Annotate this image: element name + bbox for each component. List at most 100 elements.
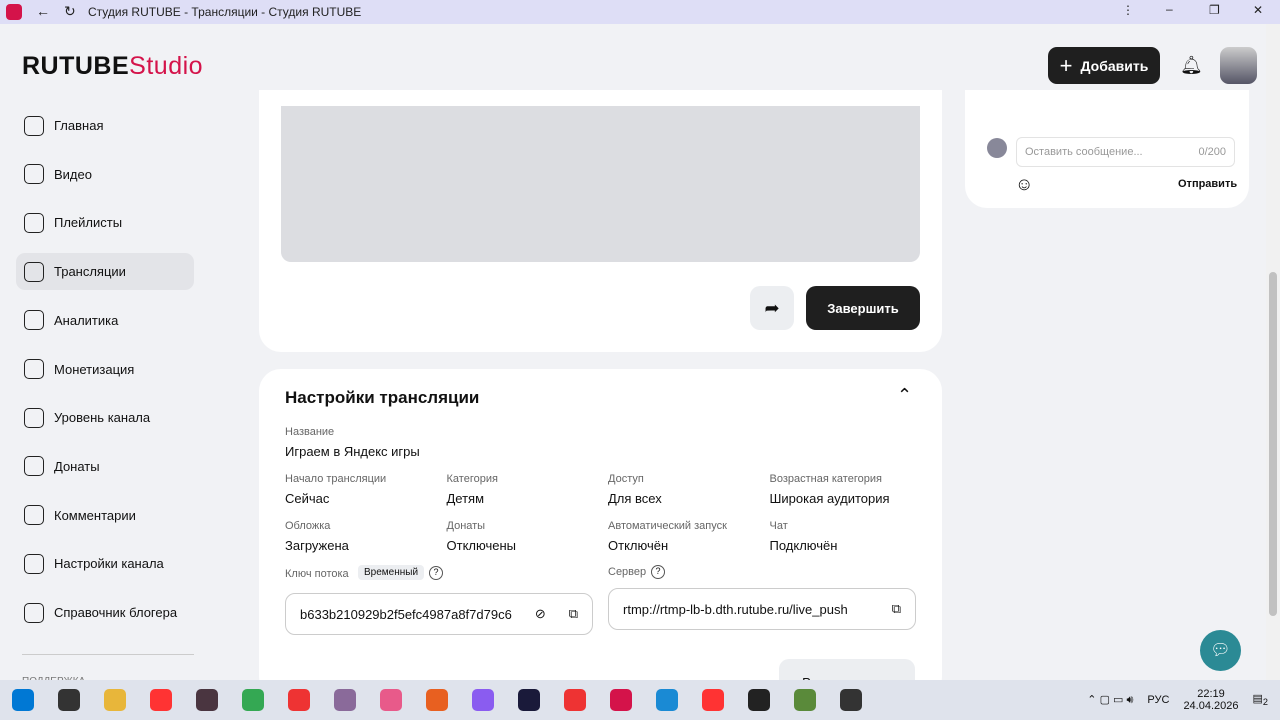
server-field[interactable]: rtmp://rtmp-lb-b.dth.rutube.ru/live_push…: [608, 588, 916, 630]
sidebar-item[interactable]: Аналитика: [16, 302, 194, 339]
stream-key-value: b633b210929b2f5efc4987a8f7d79c6: [300, 606, 512, 622]
tray-icons[interactable]: ⌃ ▢ ▭ 🔊︎: [1087, 693, 1133, 707]
taskbar-app-icon[interactable]: [690, 680, 736, 720]
taskbar-app-icon[interactable]: [598, 680, 644, 720]
sidebar-item-label: Главная: [54, 118, 104, 133]
taskbar-app-icon[interactable]: [138, 680, 184, 720]
taskbar-app-icon[interactable]: [0, 680, 46, 720]
taskbar: ⌃ ▢ ▭ 🔊︎ РУС 22:19 24.04.2026 ▤2: [0, 680, 1280, 720]
sidebar-item[interactable]: Трансляции: [16, 253, 194, 291]
clock[interactable]: 22:19 24.04.2026: [1183, 688, 1238, 712]
logo-accent: Studio: [129, 52, 204, 80]
browser-titlebar: ← ↻ Студия RUTUBE - Трансляции - Студия …: [0, 0, 1280, 24]
field-label: Начало трансляции: [285, 473, 387, 485]
taskbar-app-icon[interactable]: [46, 680, 92, 720]
field-value: Отключены: [446, 538, 516, 553]
logo[interactable]: RUTUBEStudio: [22, 52, 203, 81]
avatar[interactable]: [1220, 47, 1257, 84]
minimize-icon[interactable]: –: [1166, 2, 1173, 16]
language-indicator[interactable]: РУС: [1147, 694, 1169, 706]
taskbar-app-icon[interactable]: [644, 680, 690, 720]
chat-avatar: [987, 138, 1007, 158]
field-value: Загружена: [285, 538, 349, 553]
field-label: Автоматический запуск: [608, 520, 727, 532]
notifications-icon[interactable]: ▤2: [1253, 692, 1269, 707]
sidebar-item-label: Плейлисты: [54, 215, 123, 231]
sidebar-item-label: Уровень канала: [54, 410, 151, 426]
sidebar-item[interactable]: Главная: [16, 107, 194, 144]
field-value: Подключён: [769, 538, 838, 553]
nav-icon: [24, 602, 44, 623]
key-badge: Временный: [358, 565, 425, 580]
copy-icon[interactable]: ⧉: [569, 606, 578, 622]
sidebar-item[interactable]: Плейлисты: [16, 204, 194, 241]
taskbar-app-icon[interactable]: [276, 680, 322, 720]
share-button[interactable]: ➦: [750, 286, 794, 330]
taskbar-app-icon[interactable]: [92, 680, 138, 720]
stream-settings-card: Настройки трансляции ⌃ Название Играем в…: [259, 369, 942, 699]
back-icon[interactable]: ←: [36, 3, 50, 19]
field-label: Возрастная категория: [769, 473, 882, 485]
chat-counter: 0/200: [1198, 146, 1226, 158]
taskbar-app-icon[interactable]: [460, 680, 506, 720]
sidebar-item[interactable]: Настройки канала: [16, 545, 194, 582]
emoji-icon[interactable]: ☺: [1015, 174, 1033, 195]
taskbar-app-icon[interactable]: [184, 680, 230, 720]
scrollbar[interactable]: [1266, 24, 1280, 680]
key-label: Ключ потока: [285, 568, 349, 580]
chat-input[interactable]: Оставить сообщение... 0/200: [1016, 137, 1235, 167]
server-value: rtmp://rtmp-lb-b.dth.rutube.ru/live_push: [623, 601, 848, 617]
stream-key-field[interactable]: b633b210929b2f5efc4987a8f7d79c6 ⊘ ⧉: [285, 593, 593, 635]
sidebar-item[interactable]: Комментарии: [16, 497, 194, 534]
reload-icon[interactable]: ↻: [64, 3, 76, 20]
sidebar-item-label: Монетизация: [54, 361, 135, 377]
bell-icon[interactable]: 🔔︎: [1180, 55, 1203, 76]
chat-placeholder: Оставить сообщение...: [1025, 146, 1143, 158]
sidebar-item[interactable]: Монетизация: [16, 351, 194, 388]
add-label: Добавить: [1080, 57, 1149, 74]
logo-main: RUTUBE: [22, 52, 130, 80]
field-label: Обложка: [285, 520, 331, 532]
taskbar-app-icon[interactable]: [368, 680, 414, 720]
plus-icon: +: [1059, 52, 1073, 78]
taskbar-app-icon[interactable]: [782, 680, 828, 720]
chat-panel: Оставить сообщение... 0/200 ☺ Отправить: [965, 90, 1249, 208]
nav-icon: [24, 505, 44, 526]
sidebar-item[interactable]: Донаты: [16, 448, 194, 485]
taskbar-app-icon[interactable]: [506, 680, 552, 720]
add-button[interactable]: + Добавить: [1048, 47, 1160, 84]
taskbar-app-icon[interactable]: [736, 680, 782, 720]
eye-off-icon[interactable]: ⊘: [535, 606, 546, 622]
help-icon[interactable]: ?: [651, 565, 665, 579]
field-value: Детям: [446, 491, 485, 506]
field-label: Доступ: [608, 473, 644, 485]
field-label: Донаты: [446, 520, 486, 532]
send-button[interactable]: Отправить: [1178, 178, 1237, 190]
help-icon[interactable]: ?: [429, 566, 443, 580]
field-value: Отключён: [608, 538, 669, 553]
sidebar-item[interactable]: Справочник блогера: [16, 594, 194, 631]
nav-icon: [24, 115, 44, 136]
taskbar-app-icon[interactable]: [414, 680, 460, 720]
taskbar-app-icon[interactable]: [322, 680, 368, 720]
nav-icon: [24, 310, 44, 331]
taskbar-app-icon[interactable]: [828, 680, 874, 720]
field-value: Для всех: [608, 491, 662, 506]
finish-button[interactable]: Завершить: [806, 286, 920, 330]
taskbar-app-icon[interactable]: [552, 680, 598, 720]
name-label: Название: [285, 426, 335, 438]
maximize-icon[interactable]: ❐: [1209, 3, 1220, 17]
taskbar-app-icon[interactable]: [230, 680, 276, 720]
support-chat-button[interactable]: 💬︎: [1200, 630, 1241, 671]
menu-icon[interactable]: ⋮: [1122, 3, 1134, 17]
sidebar-item-label: Справочник блогера: [54, 605, 178, 620]
player-card: ➦ Завершить: [259, 90, 942, 352]
sidebar-item[interactable]: Уровень канала: [16, 399, 194, 436]
sidebar-item[interactable]: Видео: [16, 156, 194, 193]
nav-icon: [24, 261, 44, 282]
copy-icon[interactable]: ⧉: [892, 601, 901, 617]
field-value: Широкая аудитория: [769, 491, 890, 506]
close-icon[interactable]: ✕: [1253, 3, 1263, 17]
field-value: Сейчас: [285, 491, 330, 506]
chevron-up-icon[interactable]: ⌃: [897, 385, 912, 406]
